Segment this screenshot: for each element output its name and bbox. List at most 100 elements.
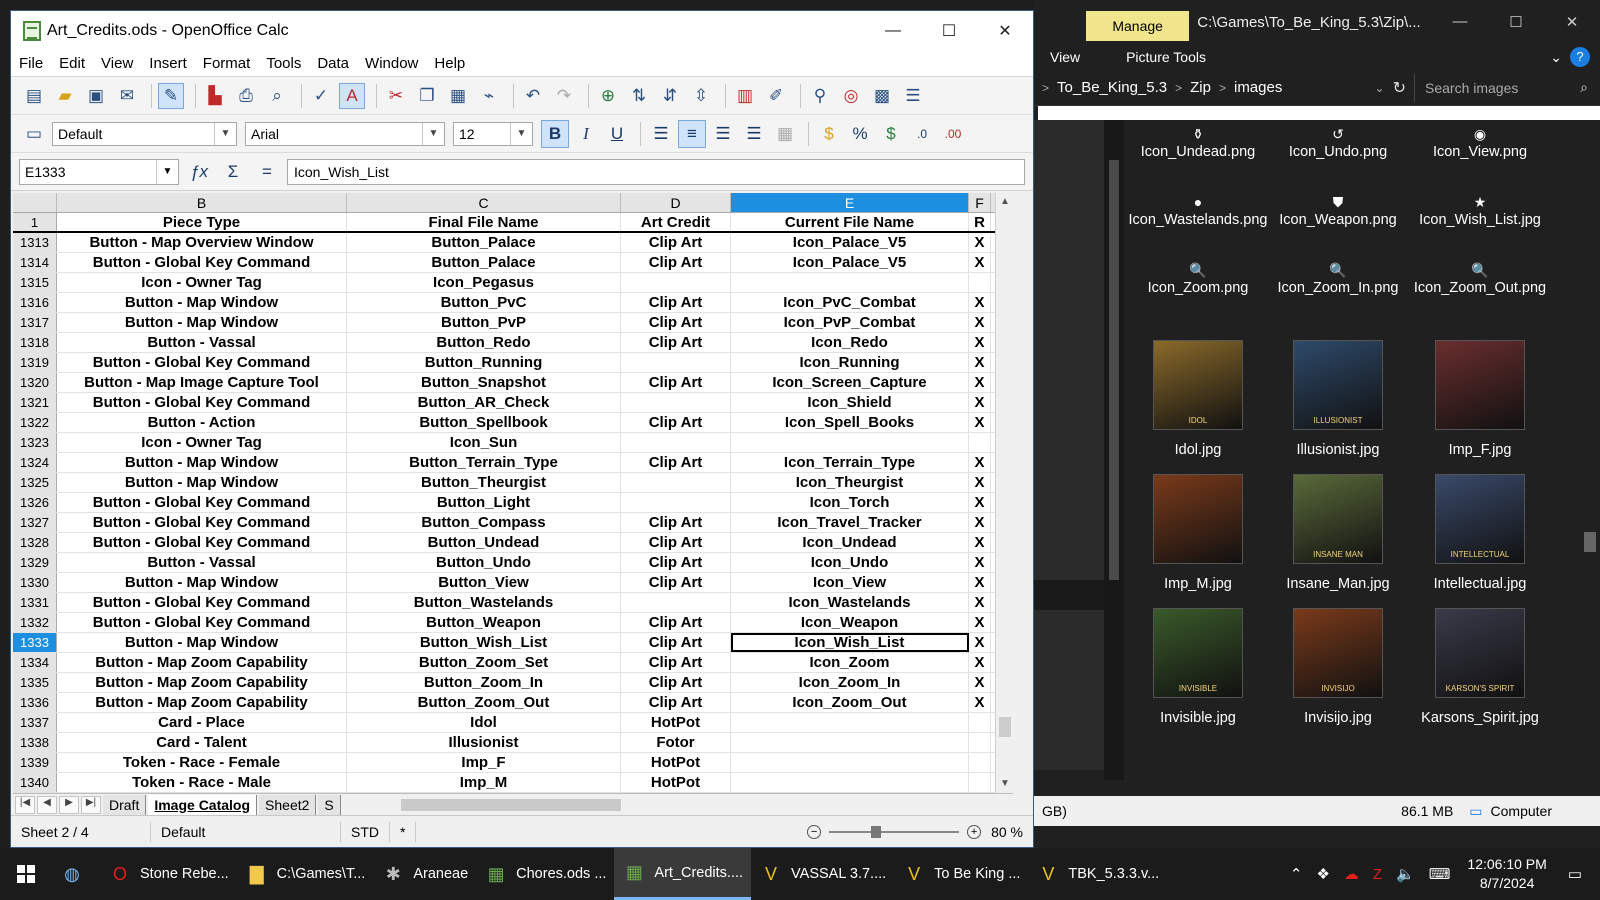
table-cell[interactable]: Button_Terrain_Type (347, 453, 621, 472)
chevron-down-icon[interactable]: ▼ (214, 122, 236, 145)
row-number[interactable]: 1336 (13, 693, 57, 712)
table-cell[interactable]: Clip Art (621, 513, 731, 532)
row-number[interactable]: 1320 (13, 373, 57, 392)
row-number[interactable]: 1316 (13, 293, 57, 312)
table-cell[interactable]: Button_Zoom_Set (347, 653, 621, 672)
table-cell[interactable]: Button - Map Zoom Capability (57, 653, 347, 672)
spellcheck-icon[interactable]: ✓ (308, 83, 334, 109)
file-item[interactable]: INTELLECTUAL Intellectual.jpg (1410, 474, 1550, 594)
close-button[interactable]: ✕ (1544, 13, 1600, 31)
table-cell[interactable]: X (969, 653, 991, 672)
file-item[interactable]: ★ Icon_Wish_List.jpg (1410, 192, 1550, 230)
table-cell[interactable]: X (969, 593, 991, 612)
table-cell[interactable] (621, 493, 731, 512)
table-cell[interactable]: X (969, 493, 991, 512)
selection-mode[interactable]: STD (341, 821, 390, 842)
taskbar-item[interactable]: ▦ Chores.ods ... (476, 848, 614, 900)
hyperlink-icon[interactable]: ⊕ (595, 83, 621, 109)
table-cell[interactable]: Icon_Terrain_Type (731, 453, 969, 472)
last-sheet-icon[interactable]: ▶| (81, 795, 101, 814)
table-cell[interactable]: Button - Vassal (57, 553, 347, 572)
table-cell[interactable]: X (969, 333, 991, 352)
table-cell[interactable] (731, 433, 969, 452)
edit-file-icon[interactable]: ✎ (158, 82, 184, 109)
table-cell[interactable]: Button - Global Key Command (57, 393, 347, 412)
help-icon[interactable]: ? (1570, 47, 1590, 67)
table-cell[interactable]: Button - Global Key Command (57, 533, 347, 552)
page-style[interactable]: Default (151, 821, 341, 842)
table-cell[interactable]: Button_Spellbook (347, 413, 621, 432)
row-number[interactable]: 1327 (13, 513, 57, 532)
table-cell[interactable] (621, 433, 731, 452)
menu-data[interactable]: Data (317, 55, 349, 72)
taskbar-item[interactable]: ▇ C:\Games\T... (237, 848, 374, 900)
row-number[interactable]: 1337 (13, 713, 57, 732)
table-cell[interactable]: Button_Wastelands (347, 593, 621, 612)
row-number[interactable]: 1333 (13, 633, 57, 652)
table-cell[interactable] (621, 473, 731, 492)
table-cell[interactable]: Button - Global Key Command (57, 513, 347, 532)
table-cell[interactable]: Clip Art (621, 673, 731, 692)
table-cell[interactable]: Icon_Zoom_In (731, 673, 969, 692)
table-cell[interactable]: Button - Map Image Capture Tool (57, 373, 347, 392)
explorer-titlebar[interactable]: Manage C:\Games\To_Be_King_5.3\Zip\... —… (1034, 0, 1600, 44)
zoom-out-icon[interactable]: − (807, 824, 822, 839)
maximize-button[interactable]: ☐ (1488, 13, 1544, 31)
function-wizard-icon[interactable]: ƒx (185, 162, 213, 182)
table-cell[interactable] (731, 713, 969, 732)
breadcrumb-images[interactable]: images (1234, 79, 1282, 96)
maximize-button[interactable]: ☐ (921, 11, 977, 51)
keyboard-icon[interactable]: ⌨ (1429, 865, 1451, 883)
table-cell[interactable]: Button - Map Window (57, 453, 347, 472)
clock[interactable]: 12:06:10 PM 8/7/2024 (1467, 855, 1546, 893)
table-cell[interactable] (731, 273, 969, 292)
table-cell[interactable]: Clip Art (621, 693, 731, 712)
table-cell[interactable]: Button - Global Key Command (57, 493, 347, 512)
table-cell[interactable]: Idol (347, 713, 621, 732)
row-number[interactable]: 1319 (13, 353, 57, 372)
scroll-thumb[interactable] (999, 717, 1011, 737)
table-cell[interactable]: Button_Compass (347, 513, 621, 532)
table-cell[interactable] (731, 753, 969, 772)
taskbar-item[interactable]: O Stone Rebe... (100, 848, 237, 900)
format-paintbrush-icon[interactable]: ⌁ (476, 83, 502, 109)
menu-window[interactable]: Window (365, 55, 418, 72)
merge-cells-icon[interactable]: ▦ (771, 120, 799, 148)
table-cell[interactable]: X (969, 633, 991, 652)
draw-functions-icon[interactable]: ✐ (763, 83, 789, 109)
table-cell[interactable]: Clip Art (621, 313, 731, 332)
file-item[interactable]: INVISIBLE Invisible.jpg (1128, 608, 1268, 728)
scroll-up-icon[interactable]: ▲ (996, 193, 1013, 211)
table-cell[interactable]: Button_PvP (347, 313, 621, 332)
scroll-thumb[interactable] (1584, 532, 1596, 552)
table-cell[interactable]: X (969, 553, 991, 572)
menu-file[interactable]: File (19, 55, 43, 72)
table-cell[interactable]: Clip Art (621, 413, 731, 432)
table-cell[interactable]: Button_Redo (347, 333, 621, 352)
table-cell[interactable] (969, 273, 991, 292)
table-cell[interactable]: Button_Weapon (347, 613, 621, 632)
table-cell[interactable] (731, 773, 969, 792)
header-cell[interactable]: Current File Name (731, 213, 969, 231)
file-item[interactable]: Imp_M.jpg (1128, 474, 1268, 594)
table-cell[interactable]: Clip Art (621, 453, 731, 472)
table-cell[interactable]: Clip Art (621, 533, 731, 552)
column-header-b[interactable]: B (57, 193, 347, 212)
table-cell[interactable]: Button - Global Key Command (57, 593, 347, 612)
prev-sheet-icon[interactable]: ◀ (37, 795, 57, 814)
table-cell[interactable]: Clip Art (621, 613, 731, 632)
row-number[interactable]: 1 (13, 213, 57, 231)
chart-icon[interactable]: ▥ (732, 83, 758, 109)
table-cell[interactable]: Icon_Zoom_Out (731, 693, 969, 712)
table-cell[interactable]: Illusionist (347, 733, 621, 752)
row-number[interactable]: 1321 (13, 393, 57, 412)
file-item[interactable]: INVISIJO Invisijo.jpg (1268, 608, 1408, 728)
notifications-icon[interactable]: ▭ (1568, 865, 1582, 883)
header-cell[interactable]: Piece Type (57, 213, 347, 231)
standard-format-icon[interactable]: $ (877, 120, 905, 148)
table-cell[interactable]: Icon_Running (731, 353, 969, 372)
file-item[interactable]: KARSON'S SPIRIT Karsons_Spirit.jpg (1410, 608, 1550, 728)
navigator-icon[interactable]: ◎ (838, 83, 864, 109)
table-cell[interactable]: Button_Undead (347, 533, 621, 552)
ribbon-view-tab[interactable]: View (1050, 49, 1080, 65)
